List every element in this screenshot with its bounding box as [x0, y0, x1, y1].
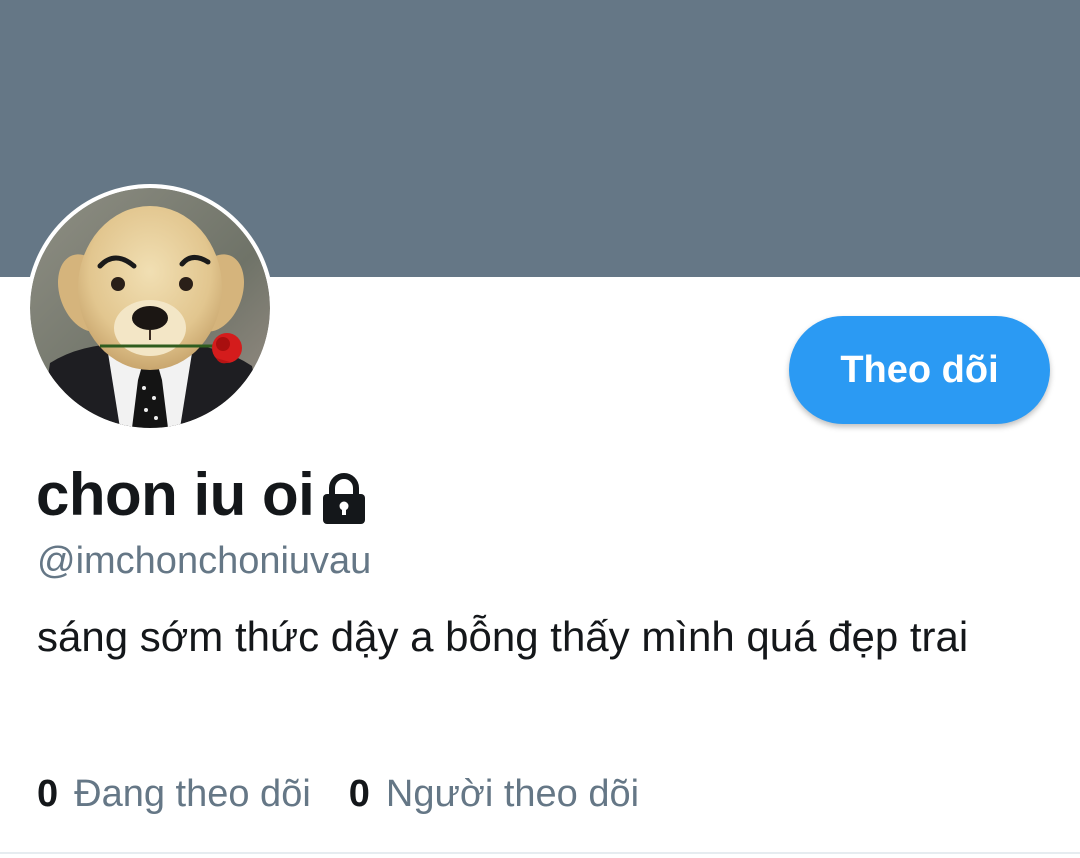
followers-label: Người theo dõi [385, 773, 640, 815]
avatar-image [30, 188, 270, 428]
profile-avatar[interactable] [26, 184, 274, 432]
following-stat[interactable]: 0 Đang theo dõi [37, 770, 311, 818]
following-label: Đang theo dõi [74, 773, 311, 815]
followers-count: 0 [348, 773, 370, 815]
following-count: 0 [37, 773, 59, 815]
followers-stat[interactable]: 0 Người theo dõi [349, 770, 639, 818]
lock-icon [320, 473, 368, 525]
profile-bio: sáng sớm thức dậy a bỗng thấy mình quá đ… [37, 613, 969, 660]
divider [0, 852, 1080, 854]
profile-stats: 0 Đang theo dõi 0 Người theo dõi [37, 770, 677, 818]
display-name-row: chon iu oi [36, 460, 368, 530]
profile-handle: @imchonchoniuvau [37, 540, 372, 582]
display-name: chon iu oi [36, 461, 315, 528]
follow-button[interactable]: Theo dõi [789, 316, 1050, 424]
profile-page: Theo dõi chon iu oi @imchonchoniuvau sán… [0, 0, 1080, 858]
